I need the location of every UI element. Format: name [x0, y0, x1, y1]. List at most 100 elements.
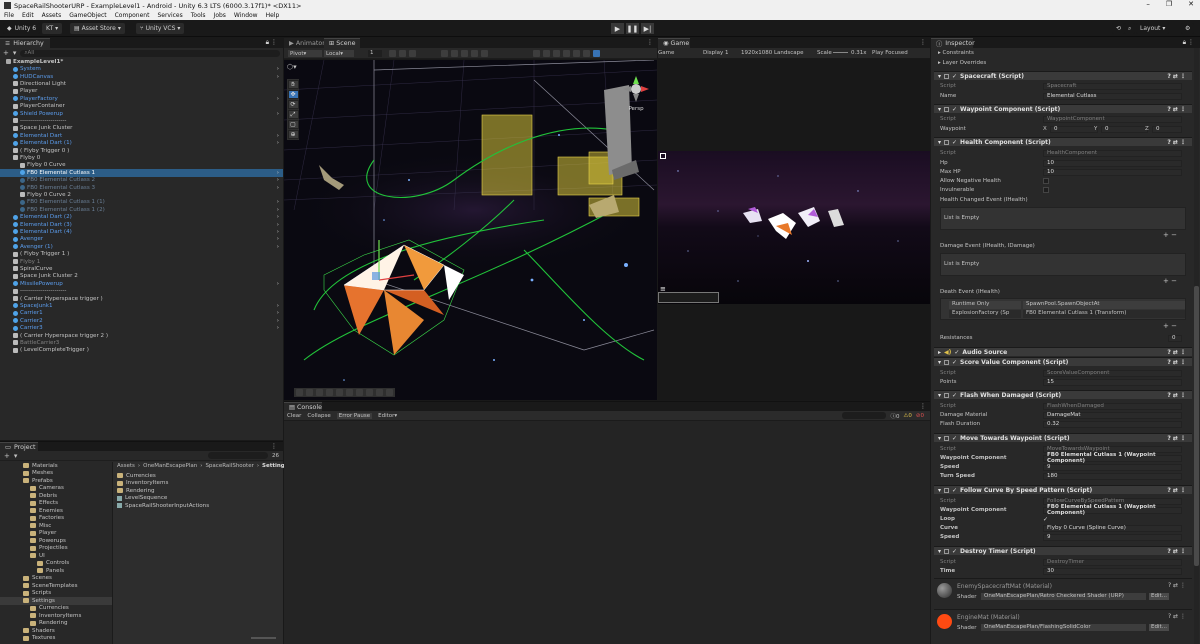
- spline-link-icon[interactable]: [356, 389, 363, 396]
- follow-speed-field[interactable]: 9: [1043, 533, 1182, 541]
- tab-inspector[interactable]: ⓘ Inspector: [931, 38, 975, 48]
- shading-mode-icon[interactable]: [409, 50, 416, 57]
- project-folder-item[interactable]: Scenes: [0, 575, 112, 583]
- hierarchy-item[interactable]: Space Junk Cluster: [0, 125, 283, 133]
- layer-overrides-foldout[interactable]: ▸ Layer Overrides: [938, 60, 986, 66]
- wireframe-icon[interactable]: [441, 50, 448, 57]
- project-asset-item[interactable]: Rendering: [117, 487, 155, 495]
- health-component-header[interactable]: ▾ ✓ Health Component (Script)? ⇄ ⋮: [934, 137, 1192, 146]
- audio-toggle-icon[interactable]: [543, 50, 550, 57]
- damage-material-field[interactable]: DamageMat: [1043, 411, 1182, 419]
- warning-count-filter[interactable]: ⚠0: [903, 413, 911, 419]
- spacecraft-name-field[interactable]: Elemental Cutlass: [1043, 92, 1182, 100]
- hierarchy-item[interactable]: BattleCarrier3: [0, 339, 283, 347]
- prefab-open-chevron-icon[interactable]: ›: [277, 96, 279, 102]
- hierarchy-item[interactable]: System ›: [0, 65, 283, 73]
- lit-sphere-icon[interactable]: [461, 50, 468, 57]
- turn-speed-field[interactable]: 180: [1043, 472, 1182, 480]
- maximize-icon[interactable]: ❐: [1166, 0, 1172, 8]
- camera-icon[interactable]: [573, 50, 580, 57]
- menu-jobs[interactable]: Jobs: [214, 12, 226, 19]
- editor-dropdown[interactable]: Editor▾: [378, 413, 397, 419]
- audio-source-header[interactable]: ▸ ◀) ✓ Audio Source? ⇄ ⋮: [934, 347, 1192, 356]
- menu-file[interactable]: File: [4, 12, 14, 19]
- hierarchy-item[interactable]: ( Flyby Trigger 1 ): [0, 250, 283, 258]
- project-folder-item[interactable]: Settings: [0, 597, 112, 605]
- scale-tool-icon[interactable]: ⤢: [287, 110, 299, 119]
- component-menu-icon[interactable]: ? ⇄ ⋮: [1167, 73, 1186, 80]
- orientation-cube-icon[interactable]: ⬡▾: [287, 63, 299, 71]
- menu-assets[interactable]: Assets: [42, 12, 62, 19]
- menu-window[interactable]: Window: [234, 12, 258, 19]
- hierarchy-item[interactable]: Avenger (1) ›: [0, 243, 283, 251]
- play-button[interactable]: ▶: [611, 23, 624, 34]
- component-menu-icon[interactable]: ? ⇄ ⋮: [1167, 487, 1186, 494]
- spacecraft-component-header[interactable]: ▾ ✓ Spacecraft (Script)? ⇄ ⋮: [934, 71, 1192, 80]
- project-folder-item[interactable]: Enemies: [0, 507, 112, 515]
- chevron-down-icon[interactable]: ▾: [13, 49, 17, 57]
- project-asset-item[interactable]: InventoryItems: [117, 480, 168, 488]
- pivot-dropdown[interactable]: Pivot ▾: [288, 50, 322, 57]
- component-menu-icon[interactable]: ? ⇄ ⋮: [1168, 582, 1186, 589]
- grid-snap-icon[interactable]: [389, 50, 396, 57]
- fx-toggle-icon[interactable]: [553, 50, 560, 57]
- project-folder-item[interactable]: Currencies: [0, 605, 112, 613]
- hierarchy-item[interactable]: ( Carrier Hyperspace trigger ): [0, 295, 283, 303]
- view-orientation-gizmo[interactable]: Persp: [621, 74, 651, 116]
- game-mode-dropdown[interactable]: Game: [658, 50, 674, 56]
- more-options-icon[interactable]: ⋮: [1188, 39, 1194, 46]
- component-menu-icon[interactable]: ? ⇄ ⋮: [1167, 359, 1186, 366]
- step-button[interactable]: ▶|: [641, 23, 654, 34]
- add-remove-listener-buttons[interactable]: + −: [1163, 322, 1177, 330]
- add-remove-listener-buttons[interactable]: + −: [1163, 277, 1177, 285]
- event-method-dropdown[interactable]: SpawnPool.SpawnObjectAt: [1023, 301, 1185, 309]
- prefab-open-chevron-icon[interactable]: ›: [277, 199, 279, 205]
- project-folder-item[interactable]: Textures: [0, 635, 112, 643]
- shader-dropdown[interactable]: OneManEscapePlan/FlashingSolidColor: [981, 624, 1146, 631]
- tab-hierarchy[interactable]: ≡ Hierarchy: [0, 38, 50, 48]
- hierarchy-item[interactable]: -----------------------: [0, 287, 283, 295]
- hierarchy-item[interactable]: Space Junk Cluster 2: [0, 273, 283, 281]
- hierarchy-item[interactable]: Shield Powerup ›: [0, 110, 283, 118]
- pause-button[interactable]: ❚❚: [626, 23, 639, 34]
- follow-curve-component-header[interactable]: ▾ ✓ Follow Curve By Speed Pattern (Scrip…: [934, 485, 1192, 494]
- project-folder-item[interactable]: Factories: [0, 515, 112, 523]
- waypoint-component-header[interactable]: ▾ ✓ Waypoint Component (Script)? ⇄ ⋮: [934, 104, 1192, 113]
- prefab-open-chevron-icon[interactable]: ›: [277, 214, 279, 220]
- invulnerable-checkbox[interactable]: [1043, 187, 1049, 193]
- hud-input-box[interactable]: [658, 292, 719, 303]
- hierarchy-item[interactable]: HUDCanvas ›: [0, 73, 283, 81]
- project-asset-item[interactable]: LevelSequence: [117, 495, 167, 503]
- hp-field[interactable]: 10: [1043, 159, 1182, 167]
- spline-draw-icon[interactable]: [326, 389, 333, 396]
- constraints-foldout[interactable]: ▸ Constraints: [938, 50, 974, 56]
- hierarchy-item[interactable]: ( Carrier Hyperspace trigger 2 ): [0, 332, 283, 340]
- menu-tools[interactable]: Tools: [191, 12, 206, 19]
- collapse-button[interactable]: Collapse: [307, 413, 330, 419]
- prefab-open-chevron-icon[interactable]: ›: [277, 281, 279, 287]
- runtime-only-dropdown[interactable]: Runtime Only: [949, 301, 1021, 309]
- hierarchy-item[interactable]: Flyby 1: [0, 258, 283, 266]
- menu-gameobject[interactable]: GameObject: [69, 12, 106, 19]
- hierarchy-item[interactable]: MissilePowerup ›: [0, 280, 283, 288]
- lighting-toggle-icon[interactable]: [533, 50, 540, 57]
- prefab-open-chevron-icon[interactable]: ›: [277, 325, 279, 331]
- hierarchy-item[interactable]: FB0 Elemental Cutlass 1 (2) ›: [0, 206, 283, 214]
- hierarchy-item[interactable]: FB0 Elemental Cutlass 3 ›: [0, 184, 283, 192]
- add-icon[interactable]: +: [4, 452, 10, 460]
- project-folder-item[interactable]: Debris: [0, 492, 112, 500]
- project-folder-item[interactable]: Projectiles: [0, 545, 112, 553]
- close-icon[interactable]: ✕: [1188, 0, 1194, 8]
- hierarchy-item[interactable]: SpaceJunk1 ›: [0, 302, 283, 310]
- scale-slider[interactable]: [833, 52, 848, 53]
- prefab-open-chevron-icon[interactable]: ›: [277, 66, 279, 72]
- component-menu-icon[interactable]: ? ⇄ ⋮: [1167, 435, 1186, 442]
- flash-duration-field[interactable]: 0.32: [1043, 420, 1182, 428]
- menu-edit[interactable]: Edit: [22, 12, 34, 19]
- hierarchy-item[interactable]: FB0 Elemental Cutlass 1 (1) ›: [0, 199, 283, 207]
- local-global-dropdown[interactable]: Local ▾: [324, 50, 354, 57]
- project-folder-item[interactable]: Controls: [0, 560, 112, 568]
- component-menu-icon[interactable]: ? ⇄ ⋮: [1167, 392, 1186, 399]
- project-folder-item[interactable]: Powerups: [0, 537, 112, 545]
- shader-dropdown[interactable]: OneManEscapePlan/Retro Checkered Shader …: [981, 593, 1146, 600]
